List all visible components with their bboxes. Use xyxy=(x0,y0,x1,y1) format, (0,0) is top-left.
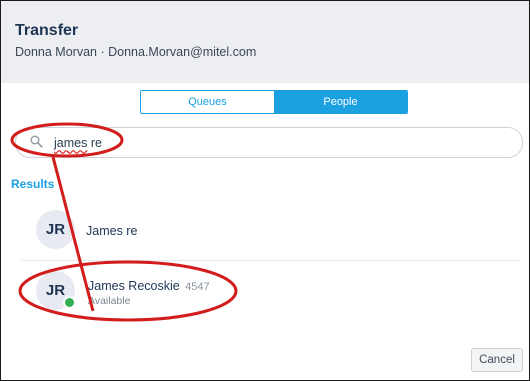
avatar: JR xyxy=(36,271,76,310)
search-icon xyxy=(30,135,43,153)
cancel-button[interactable]: Cancel xyxy=(471,348,523,372)
avatar-initials: JR xyxy=(45,221,66,238)
contact-name: James Recoskie xyxy=(88,279,180,293)
avatar: JR xyxy=(36,210,75,249)
dialog-subtitle: Donna Morvan · Donna.Morvan@mitel.com xyxy=(15,45,257,59)
tab-queues[interactable]: Queues xyxy=(141,91,274,113)
results-heading: Results xyxy=(11,177,55,191)
queues-people-toggle: Queues People xyxy=(140,90,408,114)
result-name: James re xyxy=(86,224,138,238)
result-item-contact[interactable]: JR James Recoskie 4547 Available xyxy=(1,263,529,319)
avatar-initials: JR xyxy=(45,282,66,299)
result-name: James Recoskie 4547 xyxy=(88,279,210,293)
search-input[interactable] xyxy=(52,133,502,151)
tab-people[interactable]: People xyxy=(274,91,407,113)
contact-status: Available xyxy=(88,295,131,307)
result-divider xyxy=(21,260,521,261)
dialog-title: Transfer xyxy=(15,22,79,39)
result-item-typed[interactable]: JR James re xyxy=(1,202,529,258)
dialog-header: Transfer Donna Morvan · Donna.Morvan@mit… xyxy=(1,1,529,83)
presence-available-icon xyxy=(63,296,76,309)
contact-extension: 4547 xyxy=(185,281,210,293)
search-box: james re xyxy=(15,127,523,158)
transfer-dialog: Transfer Donna Morvan · Donna.Morvan@mit… xyxy=(0,0,530,381)
